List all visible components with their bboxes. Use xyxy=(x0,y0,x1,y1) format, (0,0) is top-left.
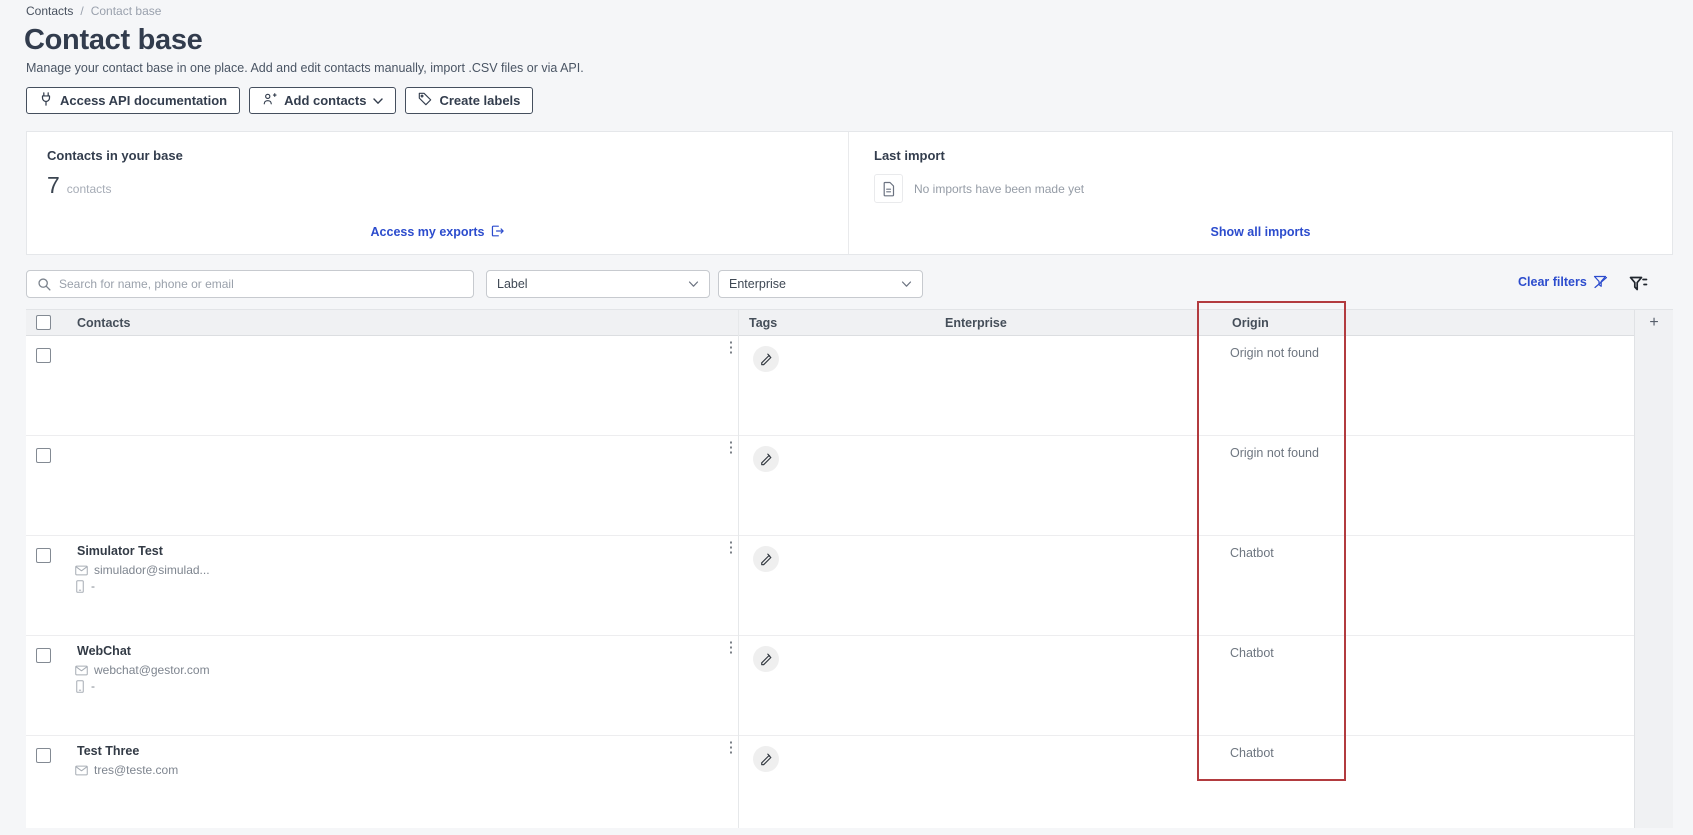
contact-phone-line: - xyxy=(75,679,95,693)
chevron-down-icon xyxy=(688,280,699,288)
contact-name: Simulator Test xyxy=(77,544,163,558)
enterprise-filter-select[interactable]: Enterprise xyxy=(718,270,923,298)
contacts-card-title: Contacts in your base xyxy=(47,148,183,163)
access-api-documentation-label: Access API documentation xyxy=(60,93,228,108)
mobile-phone-icon xyxy=(75,679,85,693)
label-filter-select[interactable]: Label xyxy=(486,270,710,298)
contact-email-line: tres@teste.com xyxy=(75,763,178,777)
table-row[interactable]: Test Three tres@teste.com ⋮ Chatbot xyxy=(26,736,1673,829)
contact-phone: - xyxy=(91,679,95,693)
contact-email-line: simulador@simulad... xyxy=(75,563,210,577)
contacts-count-card: Contacts in your base 7 contacts Access … xyxy=(27,132,848,254)
enterprise-filter-value: Enterprise xyxy=(729,277,786,291)
last-import-card: Last import No imports have been made ye… xyxy=(848,132,1672,254)
envelope-icon xyxy=(75,665,88,676)
table-row[interactable]: WebChat webchat@gestor.com - ⋮ Chatbot xyxy=(26,636,1673,736)
column-header-enterprise: Enterprise xyxy=(945,316,1007,330)
add-contacts-button[interactable]: Add contacts xyxy=(249,87,397,114)
contact-phone-line: - xyxy=(75,579,95,593)
row-checkbox[interactable] xyxy=(36,348,51,363)
contact-email: webchat@gestor.com xyxy=(94,663,210,677)
breadcrumb-contact-base: Contact base xyxy=(90,4,162,18)
contact-name: Test Three xyxy=(77,744,140,758)
origin-cell: Origin not found xyxy=(1230,346,1319,360)
document-icon xyxy=(874,174,903,203)
chevron-down-icon xyxy=(901,280,912,288)
origin-cell: Chatbot xyxy=(1230,546,1274,560)
origin-cell: Origin not found xyxy=(1230,446,1319,460)
table-row[interactable]: Simulator Test simulador@simulad... - ⋮ … xyxy=(26,536,1673,636)
mobile-phone-icon xyxy=(75,579,85,593)
filter-options-icon[interactable] xyxy=(1626,273,1650,295)
add-column-button[interactable]: + xyxy=(1643,313,1665,333)
contact-search xyxy=(26,270,474,298)
edit-tags-button[interactable] xyxy=(753,646,779,672)
create-labels-label: Create labels xyxy=(439,93,521,108)
no-imports-message: No imports have been made yet xyxy=(914,181,1085,196)
contact-email-line: webchat@gestor.com xyxy=(75,663,210,677)
show-all-imports-link[interactable]: Show all imports xyxy=(1210,225,1310,239)
origin-cell: Chatbot xyxy=(1230,746,1274,760)
summary-cards: Contacts in your base 7 contacts Access … xyxy=(26,131,1673,255)
contact-phone: - xyxy=(91,579,95,593)
access-api-documentation-button[interactable]: Access API documentation xyxy=(26,87,241,114)
person-add-icon xyxy=(262,92,277,109)
no-imports-empty-state: No imports have been made yet xyxy=(874,174,1084,203)
row-checkbox[interactable] xyxy=(36,448,51,463)
breadcrumb: Contacts / Contact base xyxy=(26,4,161,18)
table-header: Contacts Tags Enterprise Origin xyxy=(26,310,1673,336)
search-input[interactable] xyxy=(59,277,463,291)
breadcrumb-separator: / xyxy=(80,4,84,18)
table-row[interactable]: ⋮ Origin not found xyxy=(26,336,1673,436)
page-title: Contact base xyxy=(24,24,203,56)
envelope-icon xyxy=(75,565,88,576)
select-all-checkbox[interactable] xyxy=(36,315,51,330)
contacts-count-unit: contacts xyxy=(66,182,112,196)
edit-tags-button[interactable] xyxy=(753,746,779,772)
last-import-title: Last import xyxy=(874,148,945,163)
column-header-tags: Tags xyxy=(749,316,778,330)
edit-tags-button[interactable] xyxy=(753,546,779,572)
access-my-exports-label: Access my exports xyxy=(370,225,485,239)
page-subtitle: Manage your contact base in one place. A… xyxy=(26,61,584,75)
edit-tags-button[interactable] xyxy=(753,446,779,472)
filter-off-icon xyxy=(1593,275,1608,289)
chevron-down-icon xyxy=(373,93,384,108)
table-row[interactable]: ⋮ Origin not found xyxy=(26,436,1673,536)
filter-bar: Label Enterprise Clear filters xyxy=(26,270,1673,298)
export-icon xyxy=(490,224,505,241)
tag-icon xyxy=(418,92,432,109)
access-my-exports-link[interactable]: Access my exports xyxy=(371,224,505,241)
contacts-count-number: 7 xyxy=(47,172,60,198)
clear-filters-link[interactable]: Clear filters xyxy=(1518,275,1608,289)
plug-icon xyxy=(39,92,53,109)
action-buttons: Access API documentation Add contacts Cr… xyxy=(26,87,534,114)
create-labels-button[interactable]: Create labels xyxy=(405,87,534,114)
row-checkbox[interactable] xyxy=(36,648,51,663)
edit-tags-button[interactable] xyxy=(753,346,779,372)
search-icon xyxy=(37,277,51,291)
clear-filters-label: Clear filters xyxy=(1518,275,1587,289)
tags-column-divider xyxy=(738,310,739,828)
contacts-table: Contacts Tags Enterprise Origin ⋮ Origin… xyxy=(26,309,1673,828)
contacts-count: 7 contacts xyxy=(47,172,112,199)
contact-name: WebChat xyxy=(77,644,131,658)
row-checkbox[interactable] xyxy=(36,548,51,563)
column-header-contacts: Contacts xyxy=(77,316,131,330)
breadcrumb-contacts[interactable]: Contacts xyxy=(26,4,73,18)
show-all-imports-label: Show all imports xyxy=(1210,225,1311,239)
contact-email: simulador@simulad... xyxy=(94,563,210,577)
column-header-origin: Origin xyxy=(1232,316,1269,330)
label-filter-value: Label xyxy=(497,277,528,291)
add-column-strip: + xyxy=(1634,310,1673,828)
row-checkbox[interactable] xyxy=(36,748,51,763)
envelope-icon xyxy=(75,765,88,776)
add-contacts-label: Add contacts xyxy=(284,93,367,108)
contact-email: tres@teste.com xyxy=(94,763,179,777)
origin-cell: Chatbot xyxy=(1230,646,1274,660)
contact-base-page: Contacts / Contact base Contact base Man… xyxy=(0,0,1693,835)
